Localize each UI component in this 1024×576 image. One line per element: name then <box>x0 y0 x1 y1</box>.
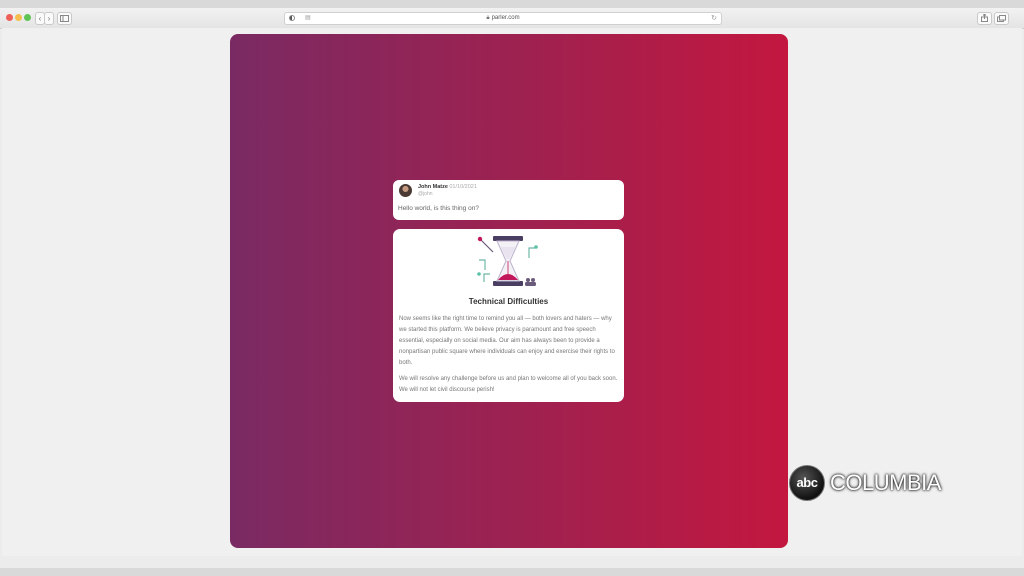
tabs-icon <box>997 15 1006 22</box>
post-handle[interactable]: @john <box>418 191 433 197</box>
post-author[interactable]: John Matze <box>418 184 448 190</box>
post-date: · 01/10/2021 <box>446 184 477 190</box>
notice-body: Now seems like the right time to remind … <box>399 314 619 401</box>
zoom-window-button[interactable] <box>24 14 31 21</box>
reload-icon[interactable]: ↻ <box>711 13 717 24</box>
notice-paragraph: Now seems like the right time to remind … <box>399 316 615 366</box>
url-text: parler.com <box>491 15 520 21</box>
browser-toolbar: ‹ › ▤ 🔒︎ parler.com ↻ <box>0 8 1024 29</box>
forward-button[interactable]: › <box>44 12 54 25</box>
back-icon: ‹ <box>38 14 42 23</box>
sidebar-icon <box>60 15 69 22</box>
share-button[interactable] <box>977 12 992 25</box>
lock-icon: 🔒︎ <box>486 15 490 21</box>
share-icon <box>981 13 988 22</box>
notice-title: Technical Difficulties <box>468 297 549 306</box>
forward-icon: › <box>47 14 51 23</box>
avatar[interactable] <box>399 184 412 197</box>
tabs-overview-button[interactable] <box>994 12 1009 25</box>
notice-card: Technical Difficulties Now seems like th… <box>393 229 624 402</box>
station-name: COLUMBIA <box>830 470 941 495</box>
minimize-window-button[interactable] <box>15 14 22 21</box>
sidebar-button[interactable] <box>57 12 72 25</box>
gradient-panel: John Matze · 01/10/2021 @john Hello worl… <box>230 34 788 548</box>
close-window-button[interactable] <box>6 14 13 21</box>
post-text: Hello world, is this thing on? <box>398 205 479 212</box>
hourglass-illustration <box>477 236 538 286</box>
notice-paragraph: We will resolve any challenge before us … <box>399 376 618 393</box>
address-bar[interactable]: ▤ 🔒︎ parler.com ↻ <box>284 12 722 25</box>
post-card[interactable]: John Matze · 01/10/2021 @john Hello worl… <box>393 180 624 220</box>
abc-logo: abc <box>789 465 825 501</box>
